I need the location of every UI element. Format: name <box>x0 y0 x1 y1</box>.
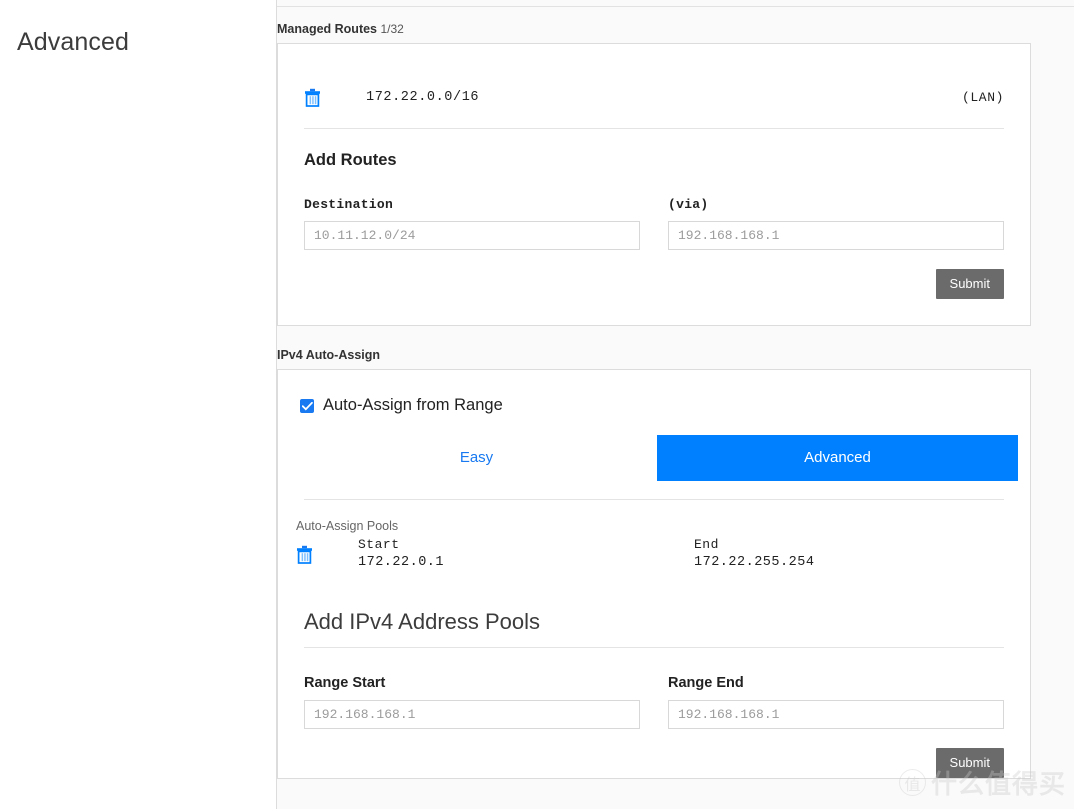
add-pools-fields: Range Start Range End <box>304 675 1004 729</box>
auto-assign-checkbox[interactable] <box>300 398 314 413</box>
managed-routes-section-label: Managed Routes 1/32 <box>277 22 1031 36</box>
add-routes-fields: Destination (via) <box>304 197 1004 250</box>
route-destination: 172.22.0.0/16 <box>366 89 480 105</box>
delete-route-button[interactable] <box>304 88 366 107</box>
managed-routes-count: 1/32 <box>380 22 404 36</box>
via-field-group: (via) <box>668 197 1004 250</box>
delete-pool-button[interactable] <box>296 545 358 570</box>
main-content: Managed Routes 1/32 172.22.0.0/16 (LAN) <box>277 0 1074 809</box>
auto-assign-checkbox-row[interactable]: Auto-Assign from Range <box>278 370 1030 415</box>
pool-start-group: Start 172.22.0.1 <box>358 537 668 570</box>
destination-input[interactable] <box>304 221 640 250</box>
destination-field-group: Destination <box>304 197 640 250</box>
mode-tabs: Easy Advanced <box>296 435 1018 481</box>
trash-icon <box>297 545 312 564</box>
range-end-label: Range End <box>668 675 744 691</box>
range-end-input[interactable] <box>668 700 1004 729</box>
via-label: (via) <box>668 197 709 212</box>
auto-assign-checkbox-label: Auto-Assign from Range <box>323 396 503 414</box>
trash-icon <box>305 88 320 107</box>
table-row: Start 172.22.0.1 End 172.22.255.254 <box>278 533 1030 570</box>
destination-label: Destination <box>304 197 394 212</box>
pool-end-group: End 172.22.255.254 <box>694 537 1004 570</box>
add-pools-title-rule <box>304 647 1004 648</box>
tab-advanced[interactable]: Advanced <box>657 435 1018 481</box>
advanced-network-settings-page: Advanced Managed Routes 1/32 172.22.0.0/… <box>0 0 1074 809</box>
add-routes-block: Add Routes Destination (via) Submit <box>278 129 1030 325</box>
via-input[interactable] <box>668 221 1004 250</box>
range-start-label: Range Start <box>304 675 386 691</box>
range-start-input[interactable] <box>304 700 640 729</box>
add-routes-submit-row: Submit <box>304 269 1004 299</box>
add-pools-submit-row: Submit <box>304 748 1004 778</box>
left-panel: Advanced <box>0 0 277 809</box>
pool-end-value: 172.22.255.254 <box>694 555 815 570</box>
add-pools-submit-button[interactable]: Submit <box>935 748 1004 778</box>
pool-start-header: Start <box>358 537 400 552</box>
pool-end-header: End <box>694 537 719 552</box>
table-row: 172.22.0.0/16 (LAN) <box>278 44 1030 128</box>
managed-routes-card: 172.22.0.0/16 (LAN) Add Routes Destinati… <box>277 43 1031 326</box>
ipv4-auto-assign-section-label: IPv4 Auto-Assign <box>277 348 381 362</box>
add-routes-submit-button[interactable]: Submit <box>935 269 1004 299</box>
range-end-field-group: Range End <box>668 675 1004 729</box>
pool-start-value: 172.22.0.1 <box>358 555 445 570</box>
add-routes-title: Add Routes <box>304 151 397 169</box>
add-pools-title: Add IPv4 Address Pools <box>304 609 541 634</box>
range-start-field-group: Range Start <box>304 675 640 729</box>
page-title: Advanced <box>17 28 129 56</box>
auto-assign-pools-heading: Auto-Assign Pools <box>296 519 399 533</box>
checkmark-icon <box>302 401 313 410</box>
managed-routes-label-text: Managed Routes <box>277 22 378 36</box>
ipv4-auto-assign-card: Auto-Assign from Range Easy Advanced Aut… <box>277 369 1031 779</box>
route-interface: (LAN) <box>961 89 1004 105</box>
add-pools-block: Add IPv4 Address Pools Range Start Range… <box>278 570 1030 778</box>
tab-easy[interactable]: Easy <box>296 435 657 481</box>
